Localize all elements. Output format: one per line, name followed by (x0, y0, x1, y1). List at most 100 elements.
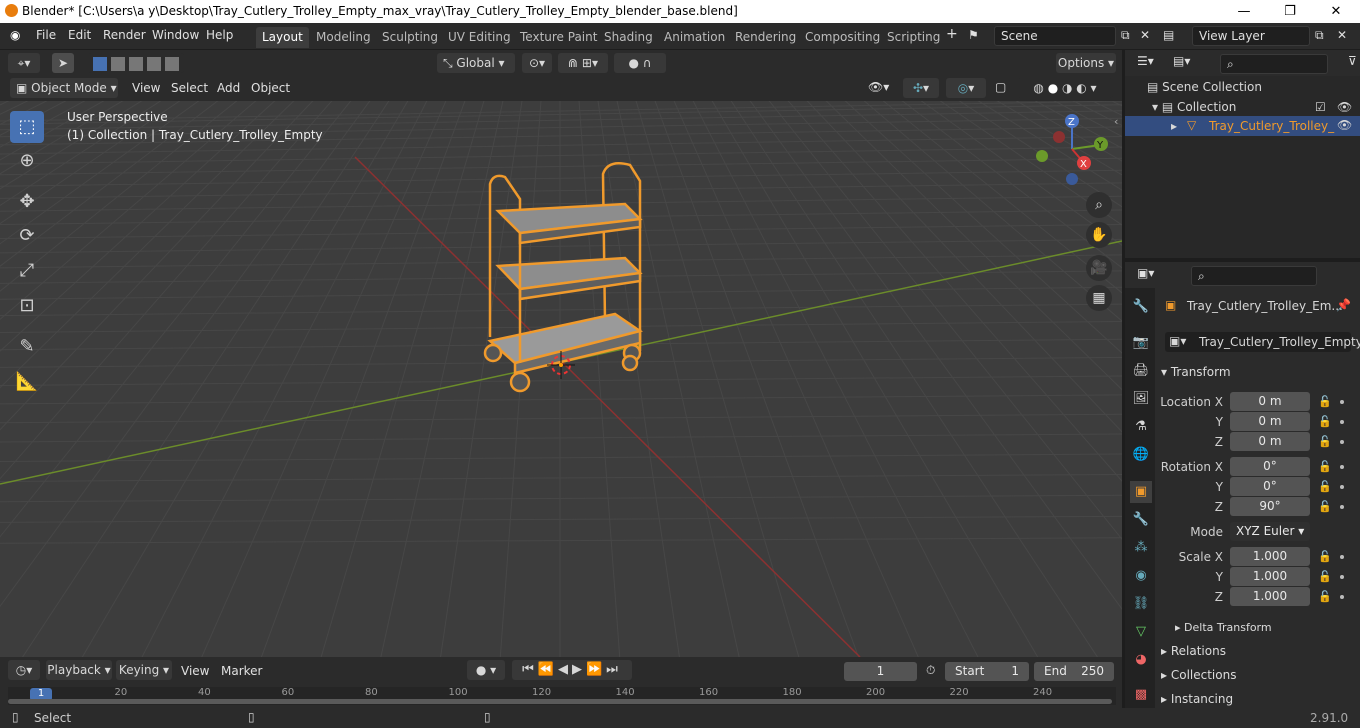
rotation-x-keyframe-icon[interactable] (1340, 465, 1344, 469)
playback-dropdown[interactable]: Playback ▾ (46, 660, 112, 680)
material-tab-icon[interactable]: ◕ (1130, 649, 1152, 671)
object-visibility-icon[interactable]: 👁 (1337, 118, 1352, 132)
location-x-keyframe-icon[interactable] (1340, 400, 1344, 404)
rotation-z-lock-icon[interactable]: 🔓 (1318, 500, 1332, 514)
data-tab-icon[interactable]: ▽ (1130, 621, 1152, 643)
xray-icon[interactable]: ▢ (995, 80, 1006, 94)
rotation-y-field[interactable]: 0° (1230, 477, 1310, 496)
scene-tab-icon[interactable]: ⚗ (1130, 416, 1152, 438)
sidebar-toggle-icon[interactable]: ‹ (1114, 115, 1118, 128)
view-layer-icon[interactable]: ▤ (1163, 28, 1174, 42)
viewport-menu-view[interactable]: View (132, 81, 160, 95)
tab-compositing[interactable]: Compositing (799, 27, 886, 48)
menu-render[interactable]: Render (103, 28, 146, 42)
particles-tab-icon[interactable]: ⁂ (1130, 537, 1152, 559)
current-frame-field[interactable]: 1 (844, 662, 917, 681)
rotation-z-field[interactable]: 90° (1230, 497, 1310, 516)
timeline-ruler[interactable]: 1 20 40 60 80 100 120 140 160 180 200 220 240 (8, 687, 1116, 705)
cursor-tool-icon[interactable]: ⊕ (10, 145, 44, 177)
ortho-grid-icon[interactable]: ▦ (1086, 285, 1112, 311)
outliner-object-row[interactable]: ▸ ▽ Tray_Cutlery_Trolley_ 👁 (1125, 116, 1360, 136)
move-tool-icon[interactable]: ✥ (10, 186, 44, 218)
orientation-dropdown[interactable]: ⤡ Global ▾ (437, 53, 515, 73)
transform-section[interactable]: ▾ Transform (1161, 365, 1231, 379)
location-y-lock-icon[interactable]: 🔓 (1318, 415, 1332, 429)
relations-section[interactable]: ▸ Relations (1161, 644, 1226, 658)
collection-visibility-icon[interactable]: 👁 (1337, 100, 1352, 114)
record-icon[interactable]: ● ▾ (467, 660, 505, 680)
texture-tab-icon[interactable]: ▩ (1130, 684, 1152, 706)
select-cursor-icon[interactable]: ➤ (52, 53, 74, 73)
scene-remove-icon[interactable]: ✕ (1140, 28, 1150, 42)
menu-help[interactable]: Help (206, 28, 233, 42)
scale-y-lock-icon[interactable]: 🔓 (1318, 570, 1332, 584)
view-layer-field[interactable]: View Layer (1192, 26, 1310, 46)
tool-tab-icon[interactable]: 🔧 (1130, 296, 1152, 318)
render-tab-icon[interactable]: 📷 (1130, 332, 1152, 354)
rotation-x-field[interactable]: 0° (1230, 457, 1310, 476)
tab-animation[interactable]: Animation (658, 27, 731, 48)
keying-dropdown[interactable]: Keying ▾ (116, 660, 172, 680)
timeline-menu-marker[interactable]: Marker (221, 664, 262, 678)
world-tab-icon[interactable]: 🌐 (1130, 444, 1152, 466)
rotation-mode-dropdown[interactable]: XYZ Euler ▾ (1230, 522, 1310, 541)
view-layer-copy-icon[interactable]: ⧉ (1315, 28, 1324, 43)
tab-uv-editing[interactable]: UV Editing (442, 27, 517, 48)
outliner-editor-icon[interactable]: ☰▾ (1137, 54, 1154, 68)
scene-name-field[interactable]: Scene (994, 26, 1116, 46)
scale-y-keyframe-icon[interactable] (1340, 575, 1344, 579)
outliner-scene-collection[interactable]: ▤ Scene Collection (1147, 80, 1262, 94)
location-x-lock-icon[interactable]: 🔓 (1318, 395, 1332, 409)
location-z-keyframe-icon[interactable] (1340, 440, 1344, 444)
tab-rendering[interactable]: Rendering (729, 27, 802, 48)
view-layer-tab-icon[interactable]: 🖼 (1130, 388, 1152, 410)
outliner-search-input[interactable]: ⌕ (1220, 54, 1328, 74)
constraints-tab-icon[interactable]: ⛓ (1130, 593, 1152, 615)
tab-texture-paint[interactable]: Texture Paint (514, 27, 603, 48)
scale-x-lock-icon[interactable]: 🔓 (1318, 550, 1332, 564)
visibility-icon[interactable]: 👁▾ (868, 80, 889, 94)
outliner-filter-mode-icon[interactable]: ▤▾ (1173, 54, 1190, 68)
pin-icon[interactable]: 📌 (1336, 298, 1351, 312)
proportional-edit-icon[interactable]: ● ∩ (614, 53, 666, 73)
object-name-field[interactable]: ▣▾ Tray_Cutlery_Trolley_Empty (1165, 332, 1360, 352)
rotation-z-keyframe-icon[interactable] (1340, 505, 1344, 509)
select-mode-icons[interactable] (88, 53, 184, 73)
transform-tool-icon[interactable]: ⊡ (10, 290, 44, 322)
properties-editor-icon[interactable]: ▣▾ (1137, 266, 1154, 280)
playback-controls[interactable]: ⏮⏪◀▶⏩⏭ (512, 660, 632, 680)
select-box-icon[interactable]: ⬚ (10, 111, 44, 143)
end-frame-field[interactable]: End 250 (1034, 662, 1114, 681)
rotate-tool-icon[interactable]: ⟳ (10, 220, 44, 252)
delta-transform-section[interactable]: ▸ Delta Transform (1175, 621, 1272, 634)
viewport-menu-object[interactable]: Object (251, 81, 290, 95)
menu-edit[interactable]: Edit (68, 28, 91, 42)
object-mode-dropdown[interactable]: ▣ Object Mode ▾ (10, 78, 118, 98)
scale-y-field[interactable]: 1.000 (1230, 567, 1310, 586)
physics-tab-icon[interactable]: ◉ (1130, 565, 1152, 587)
object-tab-icon[interactable]: ▣ (1130, 481, 1152, 503)
rotation-y-lock-icon[interactable]: 🔓 (1318, 480, 1332, 494)
start-frame-field[interactable]: Start 1 (945, 662, 1029, 681)
viewport-menu-select[interactable]: Select (171, 81, 208, 95)
editor-type-icon[interactable]: ⌖▾ (8, 53, 40, 73)
pivot-icon[interactable]: ⊙▾ (522, 53, 552, 73)
location-y-field[interactable]: 0 m (1230, 412, 1310, 431)
timeline-scrollbar[interactable] (8, 699, 1112, 704)
outliner-filter-icon[interactable]: ⊽ (1348, 54, 1357, 68)
timeline-editor-icon[interactable]: ◷▾ (8, 660, 40, 680)
close-window-button[interactable]: ✕ (1313, 1, 1359, 22)
expand-arrow-icon[interactable]: ▸ (1171, 119, 1177, 133)
stopwatch-icon[interactable]: ⏱ (926, 663, 935, 678)
gizmo-toggle-icon[interactable]: ✣▾ (903, 78, 939, 98)
blender-menu-icon[interactable]: ◉ (10, 28, 20, 42)
zoom-icon[interactable]: ⌕ (1086, 192, 1112, 218)
modifier-tab-icon[interactable]: 🔧 (1130, 509, 1152, 531)
location-y-keyframe-icon[interactable] (1340, 420, 1344, 424)
camera-icon[interactable]: 🎥 (1086, 255, 1112, 281)
shading-mode-icons[interactable]: ◍ ● ◑ ◐ ▾ (1017, 78, 1113, 98)
tab-sculpting[interactable]: Sculpting (376, 27, 444, 48)
rotation-y-keyframe-icon[interactable] (1340, 485, 1344, 489)
collections-section[interactable]: ▸ Collections (1161, 668, 1236, 682)
location-x-field[interactable]: 0 m (1230, 392, 1310, 411)
